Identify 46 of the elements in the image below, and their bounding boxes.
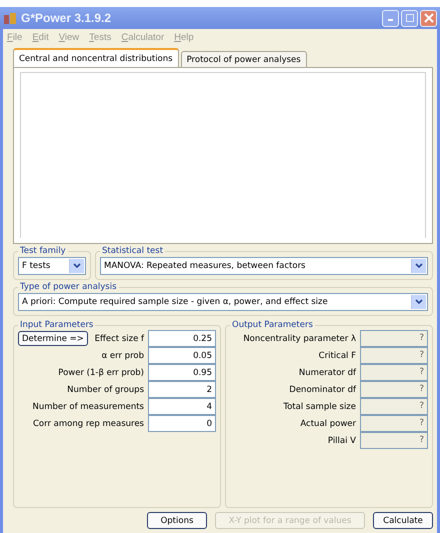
field-label: Number of measurements bbox=[32, 402, 144, 412]
dropdown[interactable]: MANOVA: Repeated measures, between factors bbox=[100, 257, 428, 275]
output-field: ? bbox=[360, 381, 428, 398]
close-icon bbox=[424, 13, 434, 23]
output-field: ? bbox=[360, 364, 428, 381]
field-label: Total sample size bbox=[283, 402, 356, 412]
output-field: ? bbox=[360, 347, 428, 364]
field-label: Number of groups bbox=[67, 384, 144, 394]
app-icon bbox=[3, 12, 17, 24]
input-field[interactable]: 0 bbox=[148, 415, 216, 432]
input-field[interactable]: 4 bbox=[148, 398, 216, 415]
field-label: Effect size f bbox=[94, 334, 144, 344]
group-legend: Test family bbox=[18, 246, 68, 256]
field-label: Power (1-β err prob) bbox=[58, 368, 144, 378]
action-button[interactable]: Options bbox=[147, 512, 207, 529]
tab[interactable]: Protocol of power analyses bbox=[180, 51, 307, 67]
group-legend: Statistical test bbox=[100, 246, 166, 256]
close-button[interactable] bbox=[420, 10, 437, 26]
output-field: ? bbox=[360, 432, 428, 449]
input-field[interactable]: 0.25 bbox=[148, 330, 216, 347]
maximize-button[interactable] bbox=[401, 10, 418, 26]
input-field[interactable]: 2 bbox=[148, 381, 216, 398]
input-field[interactable]: 0.95 bbox=[148, 364, 216, 381]
group-legend: Input Parameters bbox=[18, 320, 96, 330]
field-label: Corr among rep measures bbox=[33, 418, 144, 428]
field-label: Pillai V bbox=[328, 436, 356, 446]
group-legend: Type of power analysis bbox=[18, 282, 119, 292]
window-title: G*Power 3.1.9.2 bbox=[21, 11, 112, 25]
field-label: Numerator df bbox=[298, 368, 356, 378]
determine-button[interactable]: Determine => bbox=[18, 331, 88, 346]
output-field: ? bbox=[360, 415, 428, 432]
dropdown[interactable]: F tests bbox=[18, 257, 86, 275]
input-field[interactable]: 0.05 bbox=[148, 347, 216, 364]
field-label: Denominator df bbox=[289, 384, 356, 394]
tab[interactable]: Central and noncentral distributions bbox=[13, 48, 179, 67]
group-legend: Output Parameters bbox=[230, 320, 315, 330]
maximize-icon bbox=[406, 14, 414, 22]
action-button[interactable]: Calculate bbox=[373, 512, 433, 529]
minimize-button[interactable] bbox=[382, 10, 399, 26]
output-field: ? bbox=[360, 330, 428, 347]
field-label: Critical F bbox=[318, 350, 356, 360]
field-label: Actual power bbox=[300, 418, 356, 428]
field-label: Noncentrality parameter λ bbox=[243, 334, 356, 344]
dropdown[interactable]: A priori: Compute required sample size - given α, power, and effect size bbox=[18, 293, 428, 311]
field-label: α err prob bbox=[102, 350, 144, 360]
output-field: ? bbox=[360, 398, 428, 415]
